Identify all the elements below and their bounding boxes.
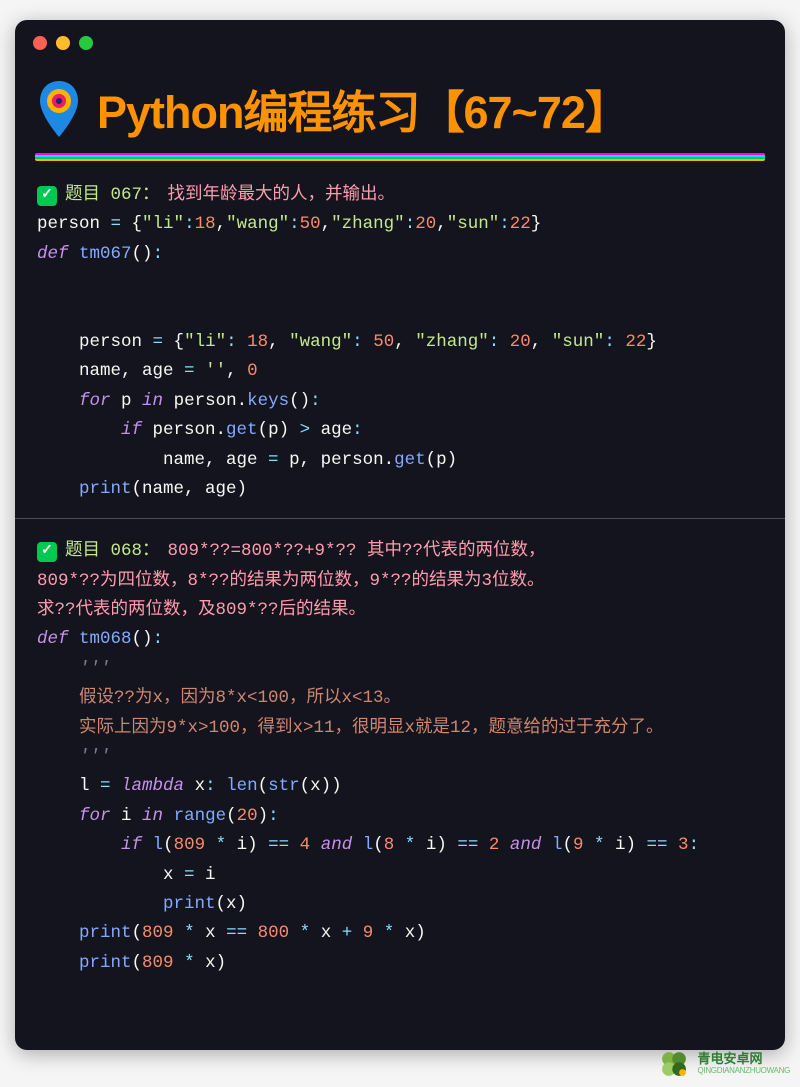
document-header: Python编程练习【67~72】	[15, 58, 785, 153]
problem-header-067: ✓ 题目 067： 找到年龄最大的人，并输出。	[37, 181, 763, 210]
problem-header-068: ✓ 题目 068： 809*??=800*??+9*?? 其中??代表的两位数，	[37, 537, 763, 566]
separator	[15, 518, 785, 519]
problem-desc: 809*??=800*??+9*?? 其中??代表的两位数，	[168, 537, 546, 566]
page-title: Python编程练习【67~72】	[97, 76, 629, 141]
window-titlebar	[15, 20, 785, 58]
check-icon: ✓	[37, 186, 57, 206]
code-preline-067: person = {"li":18,"wang":50,"zhang":20,"…	[37, 210, 763, 239]
minimize-icon[interactable]	[56, 36, 70, 50]
problem-desc-line: 求??代表的两位数，及809*??后的结果。	[37, 596, 763, 625]
problem-desc: 找到年龄最大的人，并输出。	[168, 181, 396, 210]
code-window: Python编程练习【67~72】 ✓ 题目 067： 找到年龄最大的人，并输出…	[15, 20, 785, 1050]
problem-label: 题目 068：	[65, 537, 160, 566]
maximize-icon[interactable]	[79, 36, 93, 50]
watermark-cn: 青电安卓网	[697, 1052, 790, 1066]
code-block-067: def tm067(): person = {"li": 18, "wang":…	[37, 240, 763, 505]
check-icon: ✓	[37, 542, 57, 562]
watermark: 青电安卓网 QINGDIANANZHUOWANG	[657, 1047, 790, 1081]
problem-desc-line: 809*??为四位数，8*??的结果为两位数，9*??的结果为3位数。	[37, 567, 763, 596]
content-area: ✓ 题目 067： 找到年龄最大的人，并输出。 person = {"li":1…	[15, 167, 785, 978]
clover-icon	[657, 1047, 691, 1081]
rainbow-divider	[35, 153, 765, 161]
close-icon[interactable]	[33, 36, 47, 50]
watermark-en: QINGDIANANZHUOWANG	[697, 1067, 790, 1076]
problem-label: 题目 067：	[65, 181, 160, 210]
pin-icon	[35, 79, 83, 139]
code-block-068: def tm068(): ''' 假设??为x，因为8*x<100，所以x<13…	[37, 625, 763, 978]
